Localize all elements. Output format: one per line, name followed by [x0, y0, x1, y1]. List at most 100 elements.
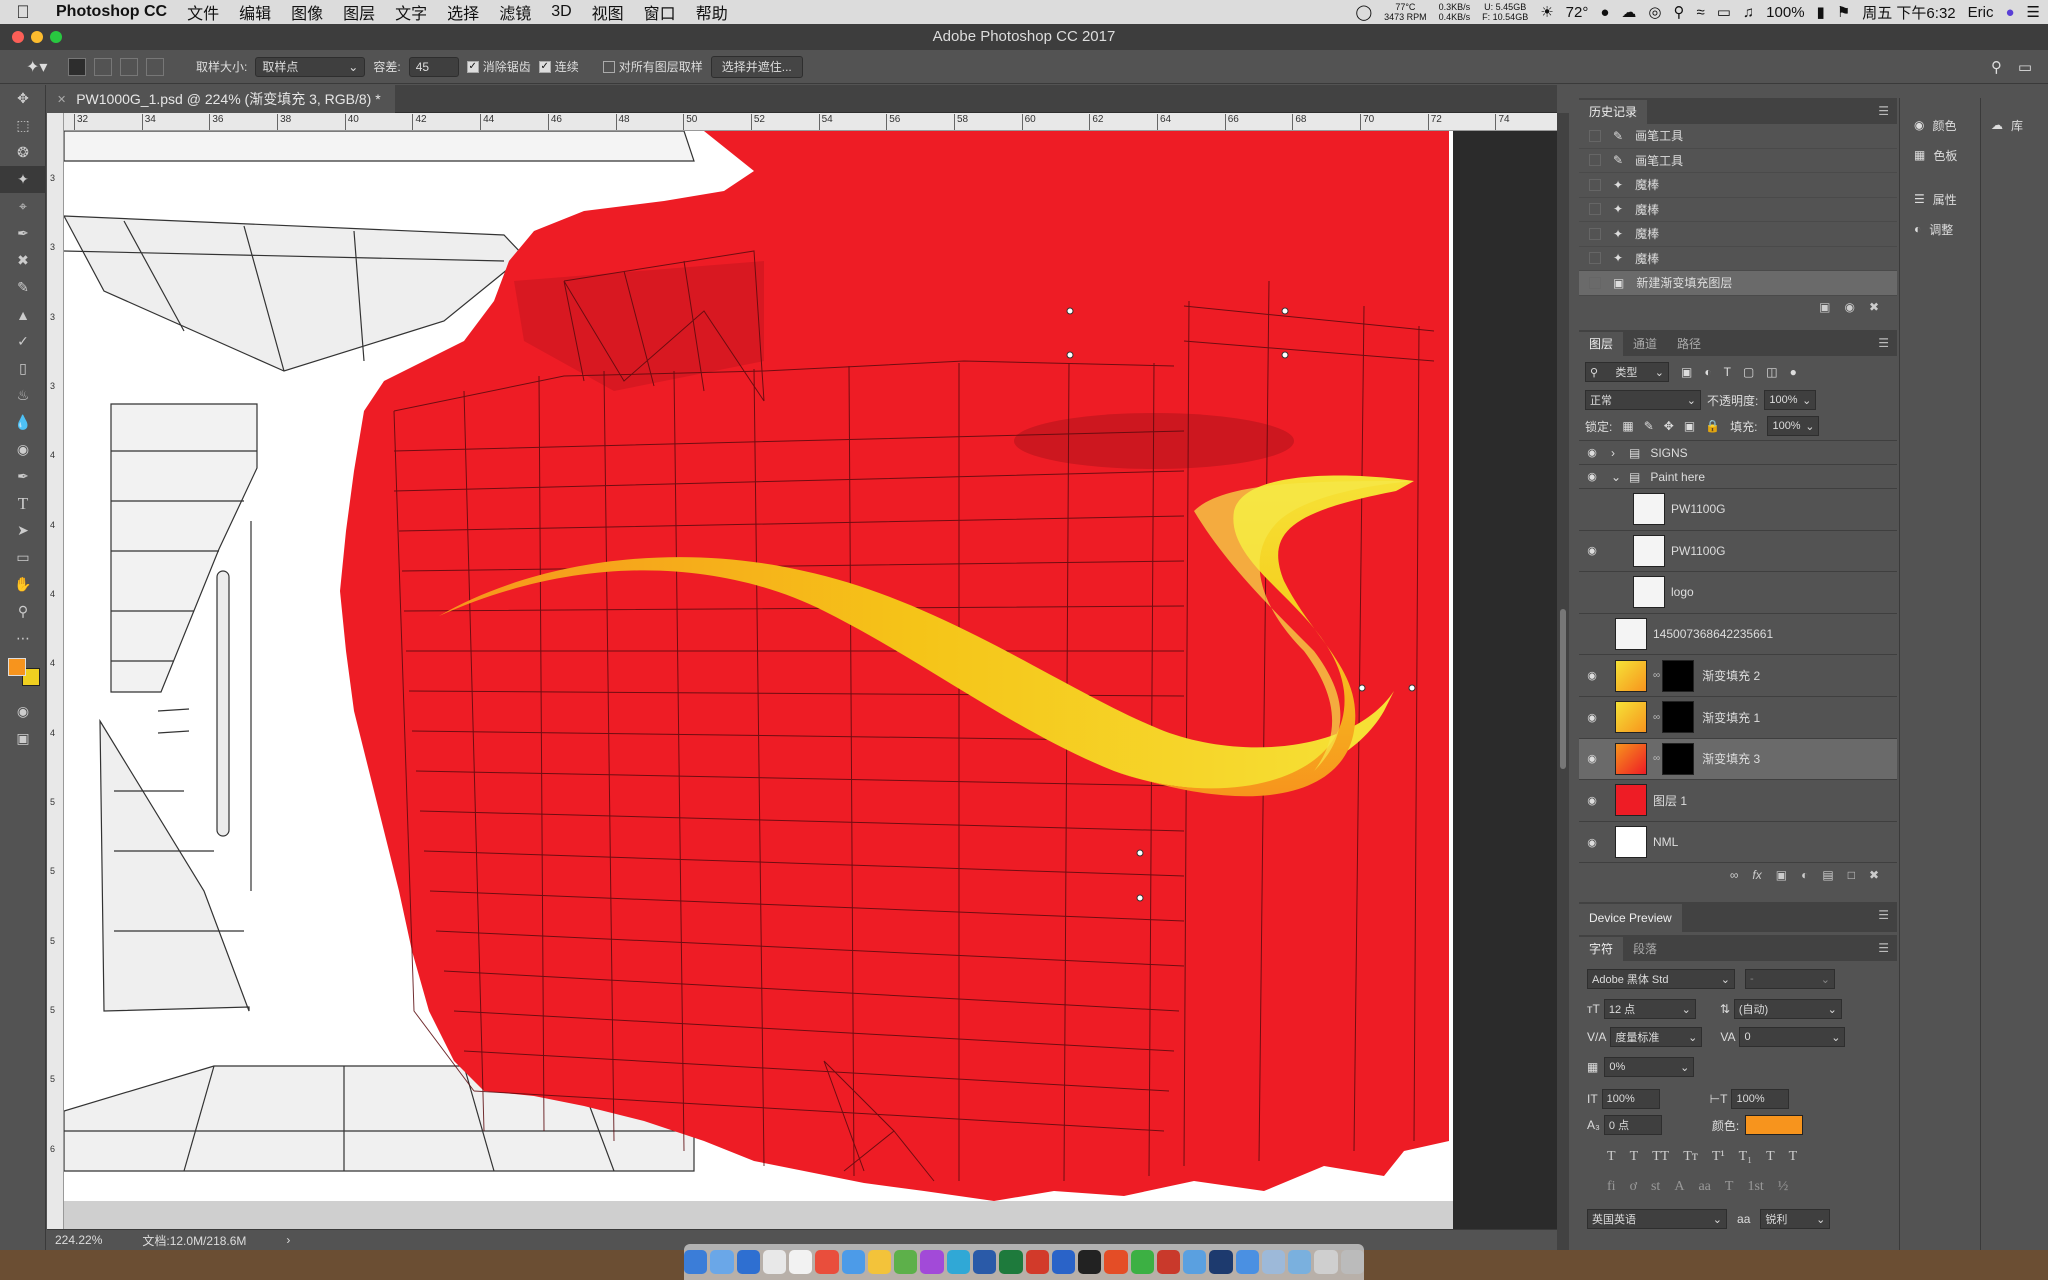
- eye-visibility-icon[interactable]: ◉: [1579, 711, 1605, 724]
- opentype-feature-button[interactable]: 1st: [1747, 1179, 1763, 1195]
- type-style-button[interactable]: T: [1607, 1149, 1616, 1165]
- dock-app-icon[interactable]: [894, 1250, 918, 1274]
- layer-row[interactable]: logo: [1579, 571, 1897, 613]
- menu-help[interactable]: 帮助: [686, 0, 738, 24]
- type-style-button[interactable]: TT: [1652, 1149, 1669, 1165]
- adjustment-filter-icon[interactable]: ◐: [1704, 365, 1711, 379]
- leading-input[interactable]: (自动) ⌄: [1733, 999, 1842, 1019]
- lock-transparent-icon[interactable]: ▦: [1622, 419, 1633, 433]
- tab-layers[interactable]: 图层: [1579, 332, 1624, 356]
- dock-app-icon[interactable]: [1156, 1250, 1181, 1274]
- font-family-select[interactable]: Adobe 黑体 Std ⌄: [1587, 969, 1735, 989]
- paint-bucket-tool-icon[interactable]: ♨: [0, 382, 46, 409]
- layer-mask-thumbnail[interactable]: [1662, 701, 1695, 734]
- dock-app-icon[interactable]: [1340, 1250, 1364, 1274]
- dock-app-icon[interactable]: [1104, 1250, 1128, 1274]
- lock-all-icon[interactable]: 🔒: [1705, 419, 1720, 433]
- horizontal-scale-input[interactable]: 100%: [1731, 1089, 1790, 1109]
- layer-group-row[interactable]: ◉ ⌄ ▤ Paint here: [1579, 464, 1897, 488]
- add-selection-icon[interactable]: [94, 57, 112, 76]
- new-group-folder-icon[interactable]: ▤: [1822, 868, 1833, 883]
- history-source-checkbox[interactable]: [1589, 203, 1601, 216]
- opentype-feature-button[interactable]: T: [1725, 1179, 1734, 1195]
- volume-icon[interactable]: ♫: [1743, 4, 1754, 21]
- document-canvas[interactable]: [64, 131, 1557, 1229]
- tab-paragraph[interactable]: 段落: [1623, 937, 1667, 961]
- crop-tool-icon[interactable]: ⌖: [0, 193, 46, 220]
- tab-device-preview[interactable]: Device Preview: [1579, 904, 1682, 932]
- layer-style-fx-icon[interactable]: fx: [1752, 868, 1761, 883]
- zoom-level[interactable]: 224.22%: [55, 1233, 102, 1247]
- delete-trash-icon[interactable]: ✖: [1869, 300, 1879, 316]
- font-style-select[interactable]: - ⌄: [1745, 969, 1835, 989]
- panel-menu-icon[interactable]: ☰: [1878, 336, 1889, 350]
- eye-visibility-icon[interactable]: ◉: [1579, 752, 1605, 765]
- panel-menu-icon[interactable]: ☰: [1878, 941, 1889, 955]
- qq-icon[interactable]: ●: [1600, 4, 1609, 21]
- more-tools-icon[interactable]: ⋯: [0, 625, 46, 652]
- eyedropper-tool-icon[interactable]: ✒: [0, 220, 46, 247]
- dock-app-icon[interactable]: [684, 1250, 708, 1274]
- dock-app-icon[interactable]: [972, 1250, 997, 1274]
- search-icon[interactable]: ⚲: [1674, 3, 1685, 21]
- pixel-filter-icon[interactable]: ▣: [1681, 365, 1692, 379]
- menu-view[interactable]: 视图: [582, 0, 634, 24]
- opentype-feature-button[interactable]: A: [1674, 1179, 1684, 1195]
- libraries-panel-button[interactable]: ☁ 库: [1981, 110, 2048, 140]
- menu-filter[interactable]: 滤镜: [489, 0, 541, 24]
- vertical-scrollbar[interactable]: [1557, 113, 1569, 1250]
- type-style-button[interactable]: Tт: [1683, 1149, 1698, 1165]
- history-source-checkbox[interactable]: [1589, 252, 1601, 265]
- type-tool-icon[interactable]: T: [0, 490, 46, 517]
- opentype-feature-button[interactable]: st: [1651, 1179, 1660, 1195]
- eye-visibility-icon[interactable]: ◉: [1579, 470, 1605, 483]
- pen-tool-icon[interactable]: ✒: [0, 463, 46, 490]
- opacity-input[interactable]: 100% ⌄: [1764, 390, 1817, 410]
- intersect-selection-icon[interactable]: [146, 57, 164, 76]
- horizontal-ruler[interactable]: 32 34 36 38 40 42 44 46 48 50 52 54 56 58 60 62 64 66 68 70…: [64, 113, 1557, 131]
- dock-app-icon[interactable]: [762, 1250, 787, 1274]
- history-item[interactable]: ✦ 魔棒: [1579, 198, 1897, 222]
- dock-app-icon[interactable]: [920, 1250, 944, 1274]
- layer-row[interactable]: ◉ NML: [1579, 820, 1897, 863]
- lock-image-icon[interactable]: ✎: [1644, 419, 1654, 433]
- type-style-button[interactable]: T: [1630, 1149, 1639, 1165]
- type-style-button[interactable]: T¹: [1712, 1149, 1725, 1165]
- layer-row[interactable]: 145007368642235661: [1579, 612, 1897, 655]
- layer-row[interactable]: ◉ ∞ 渐变填充 3: [1579, 737, 1897, 780]
- foreground-color-swatch[interactable]: [8, 658, 26, 676]
- dock-app-icon[interactable]: [841, 1250, 865, 1274]
- dock-app-icon[interactable]: [736, 1250, 760, 1274]
- sample-size-select[interactable]: 取样点 ⌄: [255, 56, 366, 77]
- network-readout[interactable]: 0.3KB/s 0.4KB/s: [1439, 2, 1471, 22]
- cpu-monitor-icon[interactable]: ◯: [1355, 3, 1372, 21]
- brush-tool-icon[interactable]: ✎: [0, 274, 46, 301]
- eye-visibility-icon[interactable]: ◉: [1579, 446, 1605, 459]
- sample-all-layers-checkbox[interactable]: 对所有图层取样: [602, 58, 703, 75]
- eye-visibility-icon[interactable]: ◉: [1579, 836, 1605, 849]
- layer-group-row[interactable]: ◉ › ▤ SIGNS: [1579, 440, 1897, 464]
- chevron-right-icon[interactable]: ›: [286, 1233, 290, 1247]
- history-source-checkbox[interactable]: [1589, 227, 1601, 240]
- dock-app-icon[interactable]: [1314, 1250, 1338, 1274]
- airplay-icon[interactable]: ▭: [1717, 3, 1731, 21]
- wechat-icon[interactable]: ◎: [1648, 3, 1661, 21]
- lasso-tool-icon[interactable]: ❂: [0, 139, 46, 166]
- chevron-right-icon[interactable]: ›: [1611, 446, 1625, 460]
- dock-app-icon[interactable]: [1209, 1250, 1233, 1274]
- history-brush-tool-icon[interactable]: ✓: [0, 328, 46, 355]
- tolerance-input[interactable]: 45: [408, 56, 459, 77]
- dock-app-icon[interactable]: [999, 1250, 1023, 1274]
- fill-input[interactable]: 100% ⌄: [1767, 416, 1820, 436]
- zoom-window-button[interactable]: [50, 31, 62, 43]
- quick-mask-icon[interactable]: ◉: [0, 698, 46, 725]
- screen-mode-icon[interactable]: ▣: [0, 725, 46, 752]
- menu-edit[interactable]: 编辑: [229, 0, 281, 24]
- layer-row[interactable]: ◉ ∞ 渐变填充 1: [1579, 695, 1897, 738]
- chain-link-icon[interactable]: ∞: [1653, 712, 1660, 723]
- layer-filter-select[interactable]: ⚲ 类型 ⌄: [1585, 362, 1669, 382]
- font-size-input[interactable]: 12 点 ⌄: [1603, 999, 1696, 1019]
- siri-icon[interactable]: ●: [2005, 4, 2014, 21]
- color-panel-button[interactable]: ◉ 颜色: [1900, 110, 1978, 140]
- apple-icon[interactable]: : [0, 2, 46, 23]
